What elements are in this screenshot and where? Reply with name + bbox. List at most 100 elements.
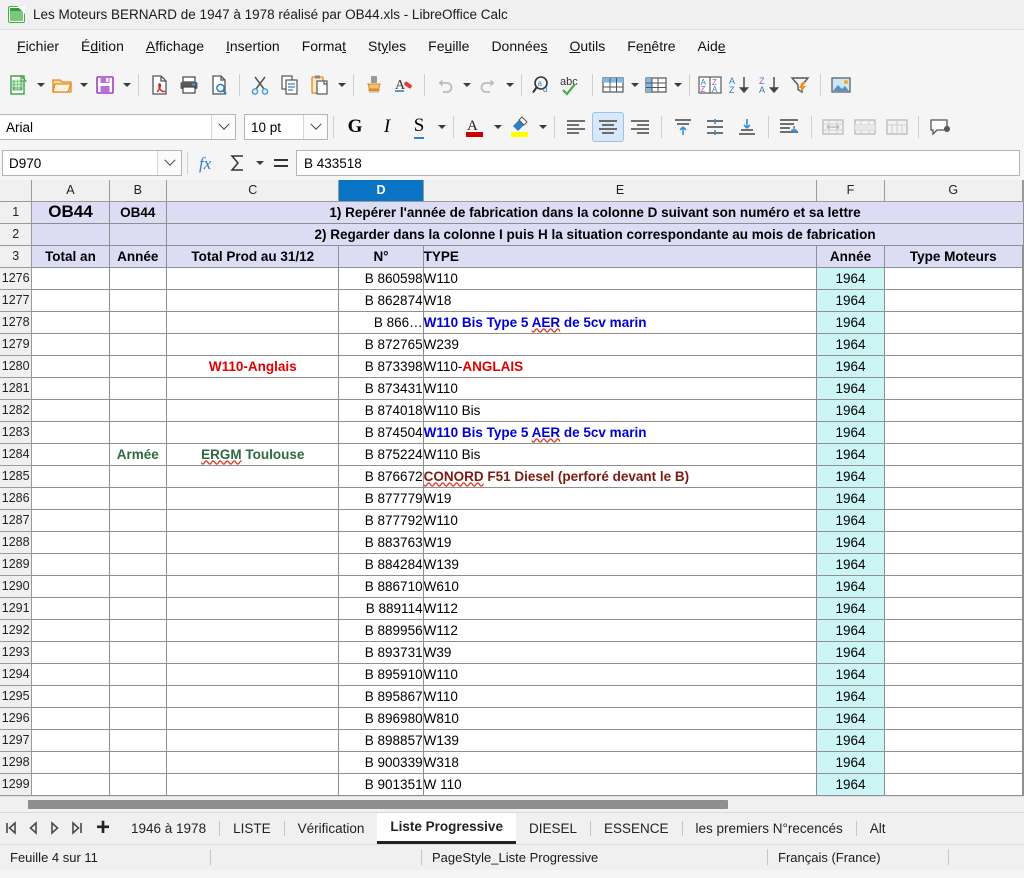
header-cell-f[interactable]: Année <box>816 245 885 268</box>
cell-d[interactable]: B 862874 <box>338 289 424 312</box>
font-color-dropdown-icon[interactable] <box>491 110 504 144</box>
table-row[interactable]: 1290 B 886710 W610 1964 <box>0 575 1024 598</box>
cell-overflow[interactable] <box>1022 487 1024 510</box>
cell-d[interactable]: B 889956 <box>338 619 424 642</box>
menu-item-format[interactable]: Format <box>291 34 357 58</box>
merge-cells-button[interactable] <box>817 112 849 142</box>
cell-b[interactable] <box>109 553 168 576</box>
row-header[interactable]: 1280 <box>0 355 33 378</box>
align-left-button[interactable] <box>560 112 592 142</box>
cell-d[interactable]: B 893731 <box>338 641 424 664</box>
cell-a[interactable] <box>31 355 110 378</box>
sheet-tab-liste[interactable]: LISTE <box>220 813 284 844</box>
cell-e[interactable]: W139 <box>423 729 818 752</box>
sheet-tab-essence[interactable]: ESSENCE <box>591 813 682 844</box>
first-sheet-icon[interactable] <box>0 813 22 844</box>
cell-e[interactable]: W19 <box>423 531 818 554</box>
table-row[interactable]: 1296 B 896980 W810 1964 <box>0 707 1024 730</box>
equals-icon[interactable] <box>266 149 296 177</box>
cell-g[interactable] <box>884 575 1024 598</box>
cell-d[interactable]: B 872765 <box>338 333 424 356</box>
table-row[interactable]: 1287 B 877792 W110 1964 <box>0 509 1024 532</box>
cell-b[interactable] <box>109 729 168 752</box>
cell-c[interactable] <box>166 773 340 796</box>
sheet-tab-les-premiers-n-recenc-s[interactable]: les premiers N°recencés <box>683 813 856 844</box>
cell-overflow[interactable] <box>1022 465 1024 488</box>
previous-sheet-icon[interactable] <box>22 813 44 844</box>
row-header[interactable]: 1 <box>0 201 33 224</box>
row-header[interactable]: 1285 <box>0 465 33 488</box>
table-row[interactable]: 1295 B 895867 W110 1964 <box>0 685 1024 708</box>
cell-e[interactable]: W110 Bis Type 5 AER de 5cv marin <box>423 421 818 444</box>
cell-c[interactable] <box>166 641 340 664</box>
undo-icon[interactable] <box>430 68 460 102</box>
cell-e[interactable]: W110 <box>423 509 818 532</box>
font-name-dropdown-icon[interactable] <box>211 115 235 139</box>
row-header[interactable]: 1296 <box>0 707 33 730</box>
cell-f[interactable]: 1964 <box>816 289 885 312</box>
cell-a[interactable] <box>31 465 110 488</box>
cell-f[interactable]: 1964 <box>816 751 885 774</box>
column-header-d[interactable]: D <box>338 180 424 202</box>
row-header[interactable]: 2 <box>0 223 33 246</box>
cell-g[interactable] <box>884 597 1024 620</box>
cell-e[interactable]: W610 <box>423 575 818 598</box>
cell-b[interactable] <box>109 575 168 598</box>
cell-b[interactable] <box>109 773 168 796</box>
row-header[interactable]: 1287 <box>0 509 33 532</box>
cell-overflow[interactable] <box>1022 729 1024 752</box>
table-row[interactable]: 1289 B 884284 W139 1964 <box>0 553 1024 576</box>
cell-b[interactable] <box>109 619 168 642</box>
cell-e[interactable]: W810 <box>423 707 818 730</box>
cell-b[interactable] <box>109 311 168 334</box>
cell-g[interactable] <box>884 619 1024 642</box>
row-header[interactable]: 1284 <box>0 443 33 466</box>
cell-d[interactable]: B 876672 <box>338 465 424 488</box>
find-replace-icon[interactable]: ad <box>527 68 557 102</box>
horizontal-scrollbar[interactable] <box>0 795 1024 812</box>
cell-f[interactable]: 1964 <box>816 377 885 400</box>
cell-d[interactable]: B 895910 <box>338 663 424 686</box>
horizontal-scrollbar-thumb[interactable] <box>28 799 728 809</box>
new-document-icon[interactable] <box>4 68 34 102</box>
cell-d[interactable]: B 900339 <box>338 751 424 774</box>
row-header[interactable]: 1294 <box>0 663 33 686</box>
header-cell-b[interactable]: Année <box>109 245 168 268</box>
cell-overflow[interactable] <box>1022 509 1024 532</box>
cell-d[interactable]: B 866… <box>338 311 424 334</box>
cell-f[interactable]: 1964 <box>816 355 885 378</box>
sort-descending-icon[interactable]: ZA <box>755 68 785 102</box>
column-header-f[interactable]: F <box>816 180 885 202</box>
cell-a[interactable] <box>31 289 110 312</box>
cell-a[interactable] <box>31 751 110 774</box>
row-icon[interactable] <box>598 68 628 102</box>
cell-b[interactable] <box>109 289 168 312</box>
cell-overflow[interactable] <box>1022 619 1024 642</box>
cell-c[interactable]: ERGM Toulouse <box>166 443 340 466</box>
open-folder-icon[interactable] <box>47 68 77 102</box>
cell-a[interactable] <box>31 729 110 752</box>
row-header[interactable]: 3 <box>0 245 33 268</box>
cell-overflow[interactable] <box>1022 707 1024 730</box>
table-row[interactable]: 1278 B 866… W110 Bis Type 5 AER de 5cv mar… <box>0 311 1024 334</box>
cell-b[interactable] <box>109 707 168 730</box>
cell-d[interactable]: B 873398 <box>338 355 424 378</box>
cell-c[interactable] <box>166 597 340 620</box>
cut-icon[interactable] <box>245 68 275 102</box>
cell-a[interactable] <box>31 531 110 554</box>
cell-f[interactable]: 1964 <box>816 487 885 510</box>
table-row[interactable]: 1277 B 862874 W18 1964 <box>0 289 1024 312</box>
row-header[interactable]: 1281 <box>0 377 33 400</box>
column-dropdown-icon[interactable] <box>671 68 684 102</box>
cell-f[interactable]: 1964 <box>816 399 885 422</box>
cell-f[interactable]: 1964 <box>816 421 885 444</box>
cell-c[interactable] <box>166 553 340 576</box>
cell-b[interactable] <box>109 751 168 774</box>
cell-c[interactable] <box>166 575 340 598</box>
cell-b[interactable] <box>109 663 168 686</box>
cell-overflow[interactable] <box>1022 685 1024 708</box>
name-box-dropdown-icon[interactable] <box>157 151 181 175</box>
spelling-icon[interactable]: abc <box>557 68 587 102</box>
cell-d[interactable]: B 877779 <box>338 487 424 510</box>
cell-c[interactable] <box>166 333 340 356</box>
